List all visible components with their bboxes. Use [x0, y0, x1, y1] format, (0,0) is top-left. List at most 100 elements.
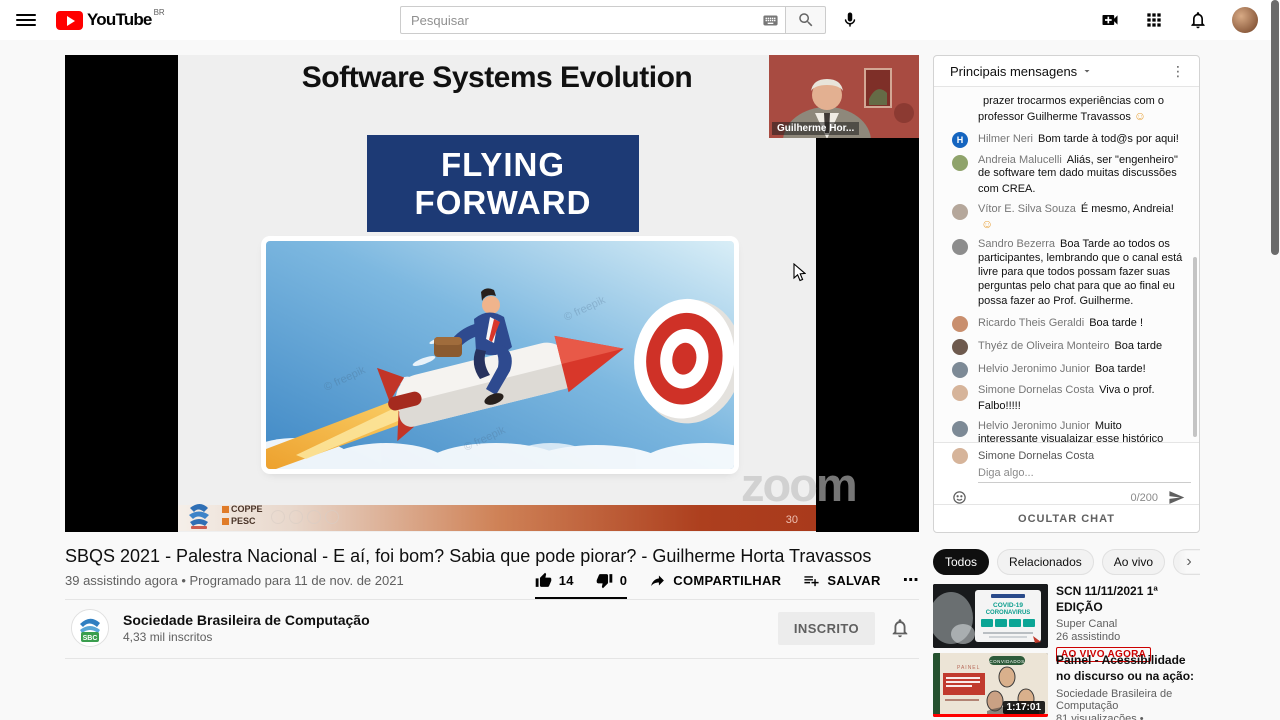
- youtube-logo[interactable]: YouTube BR: [56, 10, 165, 30]
- slide-toolbar-icons: [271, 510, 339, 530]
- chat-author[interactable]: Hilmer Neri: [978, 133, 1033, 145]
- send-icon[interactable]: [1168, 489, 1185, 506]
- menu-icon[interactable]: [16, 10, 36, 30]
- notifications-bell-icon[interactable]: [1188, 10, 1208, 30]
- account-avatar[interactable]: [1232, 7, 1258, 33]
- share-button[interactable]: COMPARTILHAR: [649, 572, 781, 589]
- channel-bell-icon[interactable]: [889, 617, 911, 639]
- chat-avatar: [952, 362, 968, 378]
- slide-banner-line1: FLYING: [441, 146, 565, 183]
- chat-mode-selector[interactable]: Principais mensagens: [950, 64, 1093, 79]
- chips-scroll-arrow[interactable]: ›: [1178, 551, 1200, 573]
- chat-author[interactable]: Sandro Bezerra: [978, 238, 1055, 250]
- chevron-down-icon: [1081, 65, 1093, 77]
- chat-message[interactable]: H Hilmer NeriBom tarde à tod@s por aqui!: [934, 128, 1199, 151]
- coppe-icon: [222, 506, 229, 513]
- video-views: 81 visualizações •: [1056, 713, 1200, 720]
- masthead: YouTube BR: [0, 0, 1280, 40]
- channel-avatar[interactable]: SBC: [71, 609, 109, 647]
- svg-text:SBC: SBC: [83, 635, 98, 642]
- chip-relacionados[interactable]: Relacionados: [997, 549, 1094, 575]
- chat-menu-icon[interactable]: ⋮: [1167, 63, 1189, 80]
- like-count: 14: [559, 573, 574, 588]
- channel-name[interactable]: Sociedade Brasileira de Computação: [123, 612, 370, 628]
- chat-messages-list[interactable]: prazer trocarmos experiências com o prof…: [934, 87, 1199, 442]
- slide-logos: COPPE PESC: [184, 500, 339, 530]
- coppe-logo: COPPE: [222, 504, 263, 514]
- search-box[interactable]: [400, 6, 786, 34]
- chat-avatar: [952, 155, 968, 171]
- institution-emblem-icon: [184, 500, 214, 530]
- video-player[interactable]: Software Systems Evolution FLYING FORWAR…: [65, 55, 919, 532]
- hide-chat-button[interactable]: OCULTAR CHAT: [934, 504, 1199, 532]
- chat-message[interactable]: Ricardo Theis Geraldi Boa tarde !: [934, 312, 1199, 335]
- chat-message[interactable]: Helvio Jeronimo JuniorMuito interessante…: [934, 417, 1199, 443]
- video-title[interactable]: Painel - Acessibilidade no discurso ou n…: [1056, 653, 1200, 685]
- subscribed-button[interactable]: INSCRITO: [778, 612, 875, 645]
- chat-avatar: [952, 96, 968, 112]
- duration-badge: 1:17:01: [1003, 701, 1045, 714]
- keyboard-icon[interactable]: [762, 12, 779, 29]
- chat-author[interactable]: Thyéz de Oliveira Monteiro: [978, 340, 1109, 352]
- zoom-watermark: zoom: [741, 461, 856, 508]
- chat-message[interactable]: Simone Dornelas CostaViva o prof. Falbo!…: [934, 381, 1199, 417]
- apps-grid-icon[interactable]: [1144, 10, 1164, 30]
- filter-chips: TodosRelacionadosAo vivoEnviados: [933, 549, 1200, 575]
- voice-search-button[interactable]: [836, 6, 864, 34]
- dislike-button[interactable]: 0: [596, 572, 628, 589]
- slide-banner-line2: FORWARD: [415, 184, 592, 221]
- video-views: 26 assistindo: [1056, 631, 1200, 643]
- more-actions-button[interactable]: ⋯: [903, 570, 919, 590]
- chat-message[interactable]: Vítor E. Silva SouzaÉ mesmo, Andreia!☺: [934, 200, 1199, 236]
- chat-message[interactable]: Helvio Jeronimo JuniorBoa tarde!: [934, 358, 1199, 381]
- chat-message[interactable]: Thyéz de Oliveira MonteiroBoa tarde: [934, 335, 1199, 358]
- chat-author[interactable]: Ricardo Theis Geraldi: [978, 317, 1084, 329]
- mouse-cursor: [793, 263, 806, 282]
- thumb-up-icon: [535, 572, 552, 589]
- chat-author[interactable]: Helvio Jeronimo Junior: [978, 363, 1090, 375]
- chat-text-input[interactable]: Diga algo...: [978, 467, 1191, 483]
- chat-author[interactable]: Simone Dornelas Costa: [978, 384, 1094, 396]
- video-thumbnail[interactable]: COVID-19 CORONAVIRUS: [933, 584, 1048, 648]
- video-thumbnail[interactable]: PAINEL CONVIDADOS 1:17:01: [933, 653, 1048, 717]
- search-icon: [797, 11, 815, 29]
- related-video-2[interactable]: PAINEL CONVIDADOS 1:17:01 Painel - Acess…: [933, 653, 1200, 720]
- chat-author[interactable]: Helvio Jeronimo Junior: [978, 420, 1090, 432]
- search-input[interactable]: [411, 13, 762, 28]
- search-button[interactable]: [786, 6, 826, 34]
- create-video-icon[interactable]: [1100, 10, 1120, 30]
- like-button[interactable]: 14: [535, 572, 574, 589]
- slide-illustration: © freepik © freepik © freepik: [266, 241, 734, 469]
- pesc-logo: PESC: [222, 516, 263, 526]
- video-title[interactable]: SCN 11/11/2021 1ª EDIÇÃO: [1056, 584, 1200, 615]
- channel-subscribers: 4,33 mil inscritos: [123, 630, 370, 644]
- smile-emoji: ☺: [981, 217, 993, 231]
- chat-avatar: [952, 385, 968, 401]
- related-video-1[interactable]: COVID-19 CORONAVIRUS SCN 11/11/2021 1ª E…: [933, 584, 1200, 662]
- slide-page-number: 30: [786, 514, 798, 526]
- chat-avatar: [952, 421, 968, 437]
- chip-todos[interactable]: Todos: [933, 549, 989, 575]
- chip-ao-vivo[interactable]: Ao vivo: [1102, 549, 1165, 575]
- chat-scrollbar[interactable]: [1193, 257, 1197, 437]
- like-dislike-group: 14 0: [535, 572, 628, 599]
- chat-message[interactable]: Sandro BezerraBoa Tarde ao todos os part…: [934, 235, 1199, 312]
- chat-message[interactable]: Andreia MalucelliAliás, ser "engenheiro"…: [934, 151, 1199, 200]
- slide-banner: FLYING FORWARD: [367, 135, 639, 232]
- country-code: BR: [154, 8, 165, 17]
- chat-author[interactable]: Andreia Malucelli: [978, 154, 1062, 166]
- emoji-picker-icon[interactable]: [952, 490, 967, 505]
- chat-text: Boa tarde !: [1089, 317, 1143, 329]
- playlist-add-icon: [803, 572, 820, 589]
- pesc-icon: [222, 518, 229, 525]
- page-scrollbar[interactable]: [1271, 0, 1279, 255]
- chat-message[interactable]: prazer trocarmos experiências com o prof…: [934, 92, 1199, 128]
- save-button[interactable]: SALVAR: [803, 572, 880, 589]
- speaker-webcam: Guilherme Hor...: [769, 55, 919, 138]
- chat-self-avatar: [952, 448, 968, 464]
- chat-author[interactable]: Vítor E. Silva Souza: [978, 203, 1076, 215]
- chat-avatar: H: [952, 132, 968, 148]
- youtube-play-icon: [56, 11, 83, 30]
- video-title: SBQS 2021 - Palestra Nacional - E aí, fo…: [65, 546, 919, 567]
- chat-header: Principais mensagens ⋮: [934, 56, 1199, 87]
